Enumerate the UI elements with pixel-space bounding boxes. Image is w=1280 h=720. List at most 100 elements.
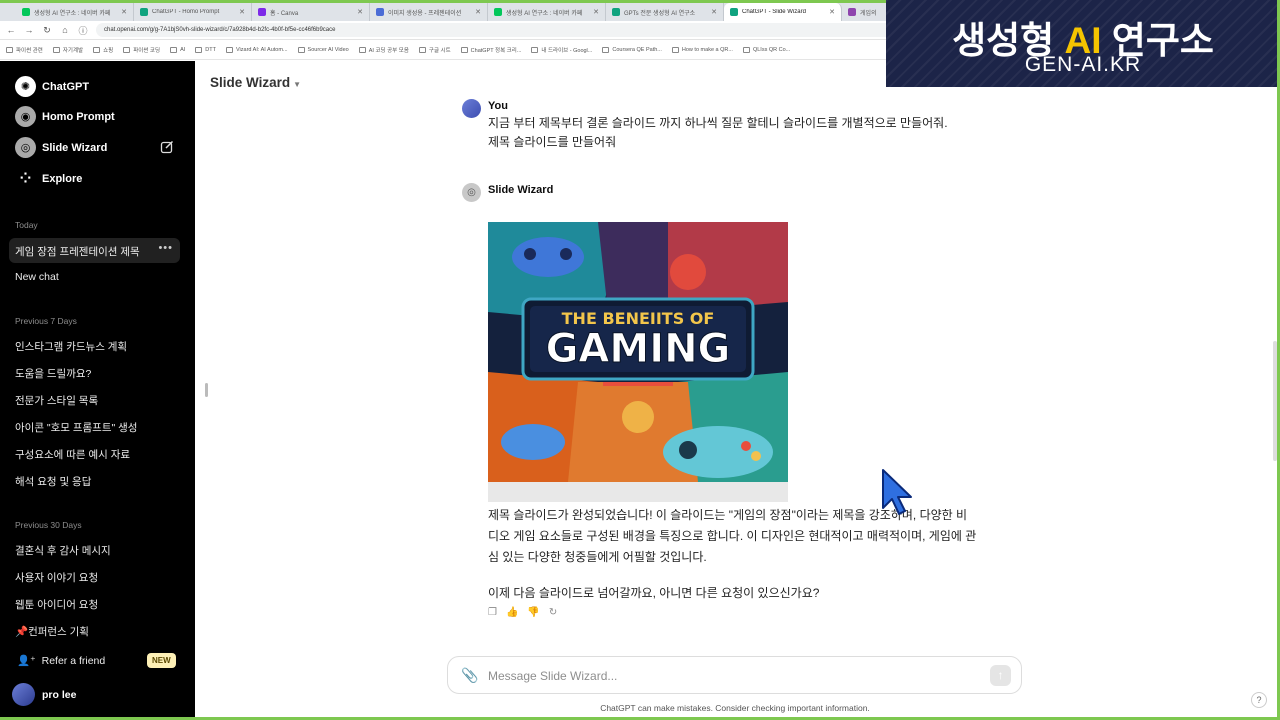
browser-tab[interactable]: 이미지 생성용 - 프레젠테이션 ✕ bbox=[370, 3, 488, 21]
assistant-message-line: 이제 다음 슬라이드로 넘어갈까요, 아니면 다른 요청이 있으신가요? bbox=[488, 586, 820, 600]
tab-favicon-icon bbox=[730, 8, 738, 16]
regenerate-icon[interactable]: ↻ bbox=[549, 607, 557, 618]
tab-favicon-icon bbox=[494, 8, 502, 16]
close-icon[interactable]: ✕ bbox=[593, 8, 599, 16]
chat-history-item[interactable]: 📌컨퍼런스 기획 bbox=[15, 624, 175, 639]
site-info-icon[interactable]: ⓘ bbox=[78, 24, 88, 37]
paperclip-icon[interactable]: 📎 bbox=[461, 667, 478, 684]
user-menu[interactable]: pro lee bbox=[12, 683, 76, 706]
chat-history-item[interactable]: 구성요소에 따른 예시 자료 bbox=[15, 447, 175, 462]
slide-wizard-avatar: ◎ bbox=[462, 183, 481, 202]
message-author: You bbox=[488, 100, 508, 112]
send-button[interactable]: ↑ bbox=[990, 665, 1011, 686]
user-message-line: 지금 부터 제목부터 결론 슬라이드 까지 하나씩 질문 할테니 슬라이드를 개… bbox=[488, 116, 948, 130]
new-chat-edit-icon[interactable] bbox=[160, 140, 174, 154]
thumbs-down-icon[interactable]: 👎 bbox=[527, 607, 539, 618]
tab-favicon-icon bbox=[258, 8, 266, 16]
bookmark[interactable]: 구글 시트 bbox=[418, 46, 451, 54]
close-icon[interactable]: ✕ bbox=[475, 8, 481, 16]
tab-favicon-icon bbox=[848, 8, 856, 16]
bookmark[interactable]: 쇼핑 bbox=[93, 46, 113, 54]
openai-logo-icon: ✺ bbox=[15, 76, 36, 97]
close-icon[interactable]: ✕ bbox=[357, 8, 363, 16]
tab-favicon-icon bbox=[140, 8, 148, 16]
copy-icon[interactable]: ❐ bbox=[488, 607, 497, 618]
generated-slide-image[interactable]: THE BENEIITS OF GAMING bbox=[488, 202, 788, 502]
chat-history-item[interactable]: 사용자 이야기 요청 bbox=[15, 570, 175, 585]
site-icon bbox=[602, 46, 610, 53]
message-author: Slide Wizard bbox=[488, 184, 554, 196]
back-arrow-icon[interactable]: ← bbox=[6, 25, 16, 35]
bookmark[interactable]: ChatGPT 정복 크리... bbox=[460, 46, 521, 54]
forward-arrow-icon[interactable]: → bbox=[24, 25, 34, 35]
chat-history-item[interactable]: 도움을 드릴까요? bbox=[15, 366, 175, 381]
add-user-icon: 👤⁺ bbox=[17, 655, 36, 667]
model-selector[interactable]: Slide Wizard ▼ bbox=[210, 75, 301, 90]
new-badge: NEW bbox=[147, 653, 176, 668]
bookmark[interactable]: Vizard AI: AI Autom... bbox=[225, 46, 288, 53]
bookmark[interactable]: 파이썬 코딩 bbox=[123, 46, 160, 54]
browser-tab[interactable]: ChatGPT - Homo Prompt ✕ bbox=[134, 3, 252, 21]
bookmark[interactable]: Sourcer AI Video bbox=[297, 46, 349, 53]
close-icon[interactable]: ✕ bbox=[121, 8, 127, 16]
close-icon[interactable]: ✕ bbox=[711, 8, 717, 16]
image-title-big: GAMING bbox=[546, 326, 731, 372]
bookmark[interactable]: QLIss QR Co... bbox=[742, 46, 790, 53]
browser-tab-active[interactable]: ChatGPT - Slide Wizard ✕ bbox=[724, 3, 842, 21]
bookmark[interactable]: 파이썬 관련 bbox=[6, 46, 43, 54]
bookmark[interactable]: DTT bbox=[195, 46, 216, 53]
chat-history-item[interactable]: 웹툰 아이디어 요청 bbox=[15, 597, 175, 612]
site-icon bbox=[418, 46, 426, 53]
chat-history-item[interactable]: New chat bbox=[15, 271, 175, 283]
browser-tab[interactable]: 홈 - Canva ✕ bbox=[252, 3, 370, 21]
assistant-message-line: 심 있는 다양한 청중들에게 어필할 것입니다. bbox=[488, 550, 707, 564]
home-icon[interactable]: ⌂ bbox=[60, 25, 70, 35]
bookmark[interactable]: AI 코딩 공부 모음 bbox=[358, 46, 409, 54]
refer-a-friend-button[interactable]: 👤⁺ Refer a friend bbox=[17, 654, 105, 668]
message-input[interactable] bbox=[488, 666, 968, 686]
browser-tab[interactable]: GPTs 전문 생성형 AI 연구소 ✕ bbox=[606, 3, 724, 21]
chat-history-item[interactable]: 전문가 스타일 목록 bbox=[15, 393, 175, 408]
bookmark[interactable]: 자기계발 bbox=[52, 46, 83, 54]
homo-prompt-avatar: ◉ bbox=[15, 106, 36, 127]
url-input[interactable]: chat.openai.com/g/g-7A1bjS0vh-slide-wiza… bbox=[96, 23, 896, 37]
sidebar-item-chatgpt[interactable]: ✺ ChatGPT bbox=[15, 76, 89, 97]
slide-wizard-avatar: ◎ bbox=[15, 137, 36, 158]
site-icon bbox=[297, 46, 305, 53]
close-icon[interactable]: ✕ bbox=[239, 8, 245, 16]
folder-icon bbox=[6, 46, 13, 53]
sidebar-item-explore[interactable]: ⁘ Explore bbox=[15, 168, 83, 189]
chat-history-item[interactable]: 아이콘 "호모 프롬프트" 생성 bbox=[15, 420, 175, 435]
bookmark[interactable]: AI bbox=[170, 46, 185, 53]
avatar bbox=[12, 683, 35, 706]
user-message-line: 제목 슬라이드를 만들어줘 bbox=[488, 135, 617, 149]
chat-history-item[interactable]: 인스타그램 카드뉴스 계획 bbox=[15, 339, 175, 354]
bookmark[interactable]: How to make a QR... bbox=[671, 46, 733, 53]
browser-tab[interactable]: 생성형 AI 연구소 : 네이버 카페 ✕ bbox=[488, 3, 606, 21]
bookmark[interactable]: 내 드라이브 - Googl... bbox=[531, 46, 592, 54]
explore-grid-icon: ⁘ bbox=[19, 170, 32, 186]
mouse-cursor-icon bbox=[882, 469, 912, 515]
browser-tab[interactable]: 생성형 AI 연구소 : 네이버 카페 ✕ bbox=[16, 3, 134, 21]
folder-icon bbox=[123, 46, 131, 53]
close-icon[interactable]: ✕ bbox=[829, 8, 835, 16]
disclaimer-text: ChatGPT can make mistakes. Consider chec… bbox=[600, 703, 870, 713]
sidebar-item-slide-wizard[interactable]: ◎ Slide Wizard bbox=[15, 137, 107, 158]
chat-history-item-active[interactable]: 게임 장점 프레젠테이션 제목 ••• bbox=[9, 238, 180, 263]
site-icon bbox=[225, 46, 233, 53]
help-button[interactable]: ? bbox=[1251, 692, 1267, 708]
folder-icon bbox=[52, 46, 60, 53]
reload-icon[interactable]: ↻ bbox=[42, 25, 52, 36]
bookmark[interactable]: Coursera QE Path... bbox=[602, 46, 662, 53]
tab-favicon-icon bbox=[22, 8, 30, 16]
chat-history-item[interactable]: 해석 요청 및 응답 bbox=[15, 474, 175, 489]
more-options-icon[interactable]: ••• bbox=[158, 242, 173, 254]
site-icon bbox=[671, 46, 679, 53]
thumbs-up-icon[interactable]: 👍 bbox=[506, 607, 518, 618]
sidebar-resize-handle[interactable] bbox=[205, 383, 208, 397]
chat-history-item[interactable]: 결혼식 후 감사 메시지 bbox=[15, 543, 175, 558]
banner-subtitle: GEN-AI.KR bbox=[1024, 53, 1142, 76]
folder-icon bbox=[93, 46, 101, 53]
sidebar-item-homo-prompt[interactable]: ◉ Homo Prompt bbox=[15, 106, 115, 127]
gaming-collage-image: THE BENEIITS OF GAMING bbox=[488, 202, 788, 502]
